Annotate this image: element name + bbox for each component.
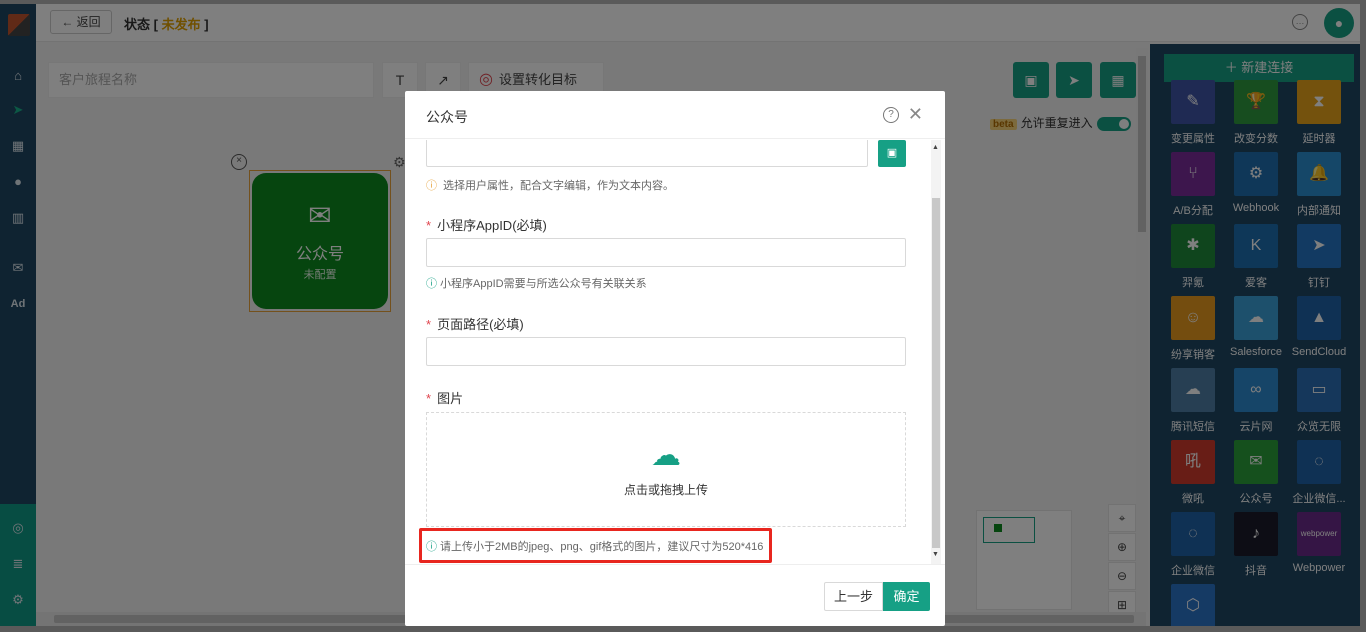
appid-hint: ⓘ 小程序AppID需要与所选公众号有关联关系 [426, 275, 647, 291]
close-icon[interactable]: ✕ [908, 104, 923, 125]
upload-cloud-icon: ☁ [651, 439, 681, 472]
annotation-highlight-box [419, 528, 772, 563]
dialog-title: 公众号 [426, 109, 468, 125]
image-upload-dropzone[interactable]: ☁ 点击或拖拽上传 [426, 412, 906, 527]
wechat-config-dialog: 公众号 ? ✕ ▣ ⓘ 选择用户属性，配合文字编辑，作为文本内容。 * 小程序App… [405, 91, 945, 626]
path-label: * 页面路径(必填) [426, 314, 524, 333]
user-attr-hint: ⓘ 选择用户属性，配合文字编辑，作为文本内容。 [426, 177, 674, 193]
appid-label-text: 小程序AppID(必填) [437, 218, 547, 233]
insert-attribute-button[interactable]: ▣ [878, 140, 906, 167]
text-content-input[interactable] [426, 140, 868, 167]
appid-hint-text: 小程序AppID需要与所选公众号有关联关系 [440, 278, 647, 290]
page-path-input[interactable] [426, 337, 906, 366]
required-mark: * [426, 317, 432, 332]
dialog-footer: 上一步 确定 [405, 564, 945, 626]
image-label: * 图片 [426, 388, 463, 407]
scroll-up-icon[interactable]: ▲ [932, 144, 939, 151]
user-attr-hint-text: 选择用户属性，配合文字编辑，作为文本内容。 [443, 180, 674, 192]
required-mark: * [426, 391, 432, 406]
path-label-text: 页面路径(必填) [437, 317, 524, 332]
dialog-header: 公众号 ? ✕ [405, 91, 945, 139]
info-icon: ⓘ [426, 180, 437, 192]
dialog-body: ▣ ⓘ 选择用户属性，配合文字编辑，作为文本内容。 * 小程序AppID(必填) ⓘ… [405, 140, 945, 564]
previous-step-button[interactable]: 上一步 [824, 582, 883, 611]
appid-input[interactable] [426, 238, 906, 267]
appid-label: * 小程序AppID(必填) [426, 215, 547, 234]
image-label-text: 图片 [437, 391, 464, 406]
required-mark: * [426, 218, 432, 233]
scroll-down-icon[interactable]: ▼ [932, 551, 939, 558]
dialog-scroll-thumb[interactable] [932, 198, 940, 548]
info-icon: ⓘ [426, 278, 437, 290]
help-icon[interactable]: ? [883, 107, 899, 123]
confirm-button[interactable]: 确定 [883, 582, 930, 611]
dialog-scrollbar[interactable]: ▲ ▼ [931, 140, 941, 564]
upload-text: 点击或拖拽上传 [623, 483, 708, 497]
